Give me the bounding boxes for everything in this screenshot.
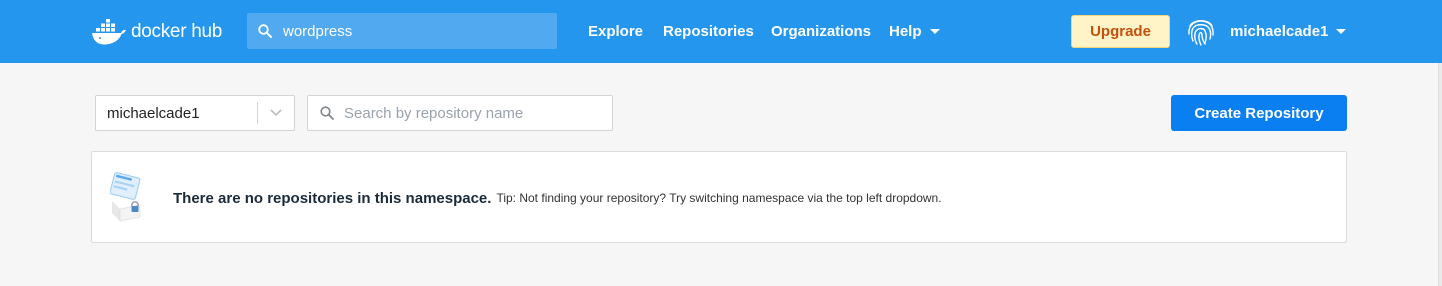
- repository-illustration-icon: [110, 172, 141, 222]
- namespace-select[interactable]: michaelcade1: [95, 95, 295, 131]
- empty-state-title: There are no repositories in this namesp…: [173, 189, 492, 207]
- empty-state-message: There are no repositories in this namesp…: [173, 152, 942, 244]
- empty-state-panel: There are no repositories in this namesp…: [91, 151, 1347, 243]
- repository-search-placeholder: Search by repository name: [344, 104, 524, 122]
- top-navbar: docker hub wordpress Explore Repositorie…: [0, 0, 1442, 63]
- nav-explore-label: Explore: [588, 23, 644, 40]
- fingerprint-icon[interactable]: [1184, 14, 1218, 48]
- nav-explore[interactable]: Explore: [588, 0, 643, 63]
- nav-repositories-label: Repositories: [663, 23, 754, 40]
- empty-state-tip: Tip: Not finding your repository? Try sw…: [496, 191, 942, 205]
- nav-repositories[interactable]: Repositories: [663, 0, 754, 63]
- logo-text: docker hub: [131, 21, 223, 42]
- upgrade-button[interactable]: Upgrade: [1071, 15, 1170, 48]
- username-label: michaelcade1: [1230, 23, 1329, 40]
- nav-help[interactable]: Help: [889, 0, 940, 63]
- global-search-input[interactable]: wordpress: [247, 13, 557, 49]
- docker-whale-icon: [92, 19, 126, 45]
- caret-down-icon: [1336, 29, 1347, 34]
- docker-hub-logo[interactable]: docker hub: [91, 17, 222, 47]
- nav-organizations-label: Organizations: [771, 23, 872, 40]
- nav-organizations[interactable]: Organizations: [771, 0, 871, 63]
- caret-down-icon: [929, 29, 940, 34]
- nav-help-label: Help: [889, 23, 922, 40]
- namespace-select-value: michaelcade1: [107, 104, 200, 122]
- user-menu[interactable]: michaelcade1: [1230, 0, 1347, 63]
- repository-search-input[interactable]: Search by repository name: [307, 95, 613, 131]
- search-icon: [320, 106, 334, 120]
- search-icon: [258, 24, 272, 38]
- global-search-value: wordpress: [283, 22, 353, 40]
- chevron-down-icon[interactable]: [258, 109, 294, 117]
- create-repository-button[interactable]: Create Repository: [1171, 95, 1347, 131]
- scrollbar[interactable]: [1438, 63, 1442, 286]
